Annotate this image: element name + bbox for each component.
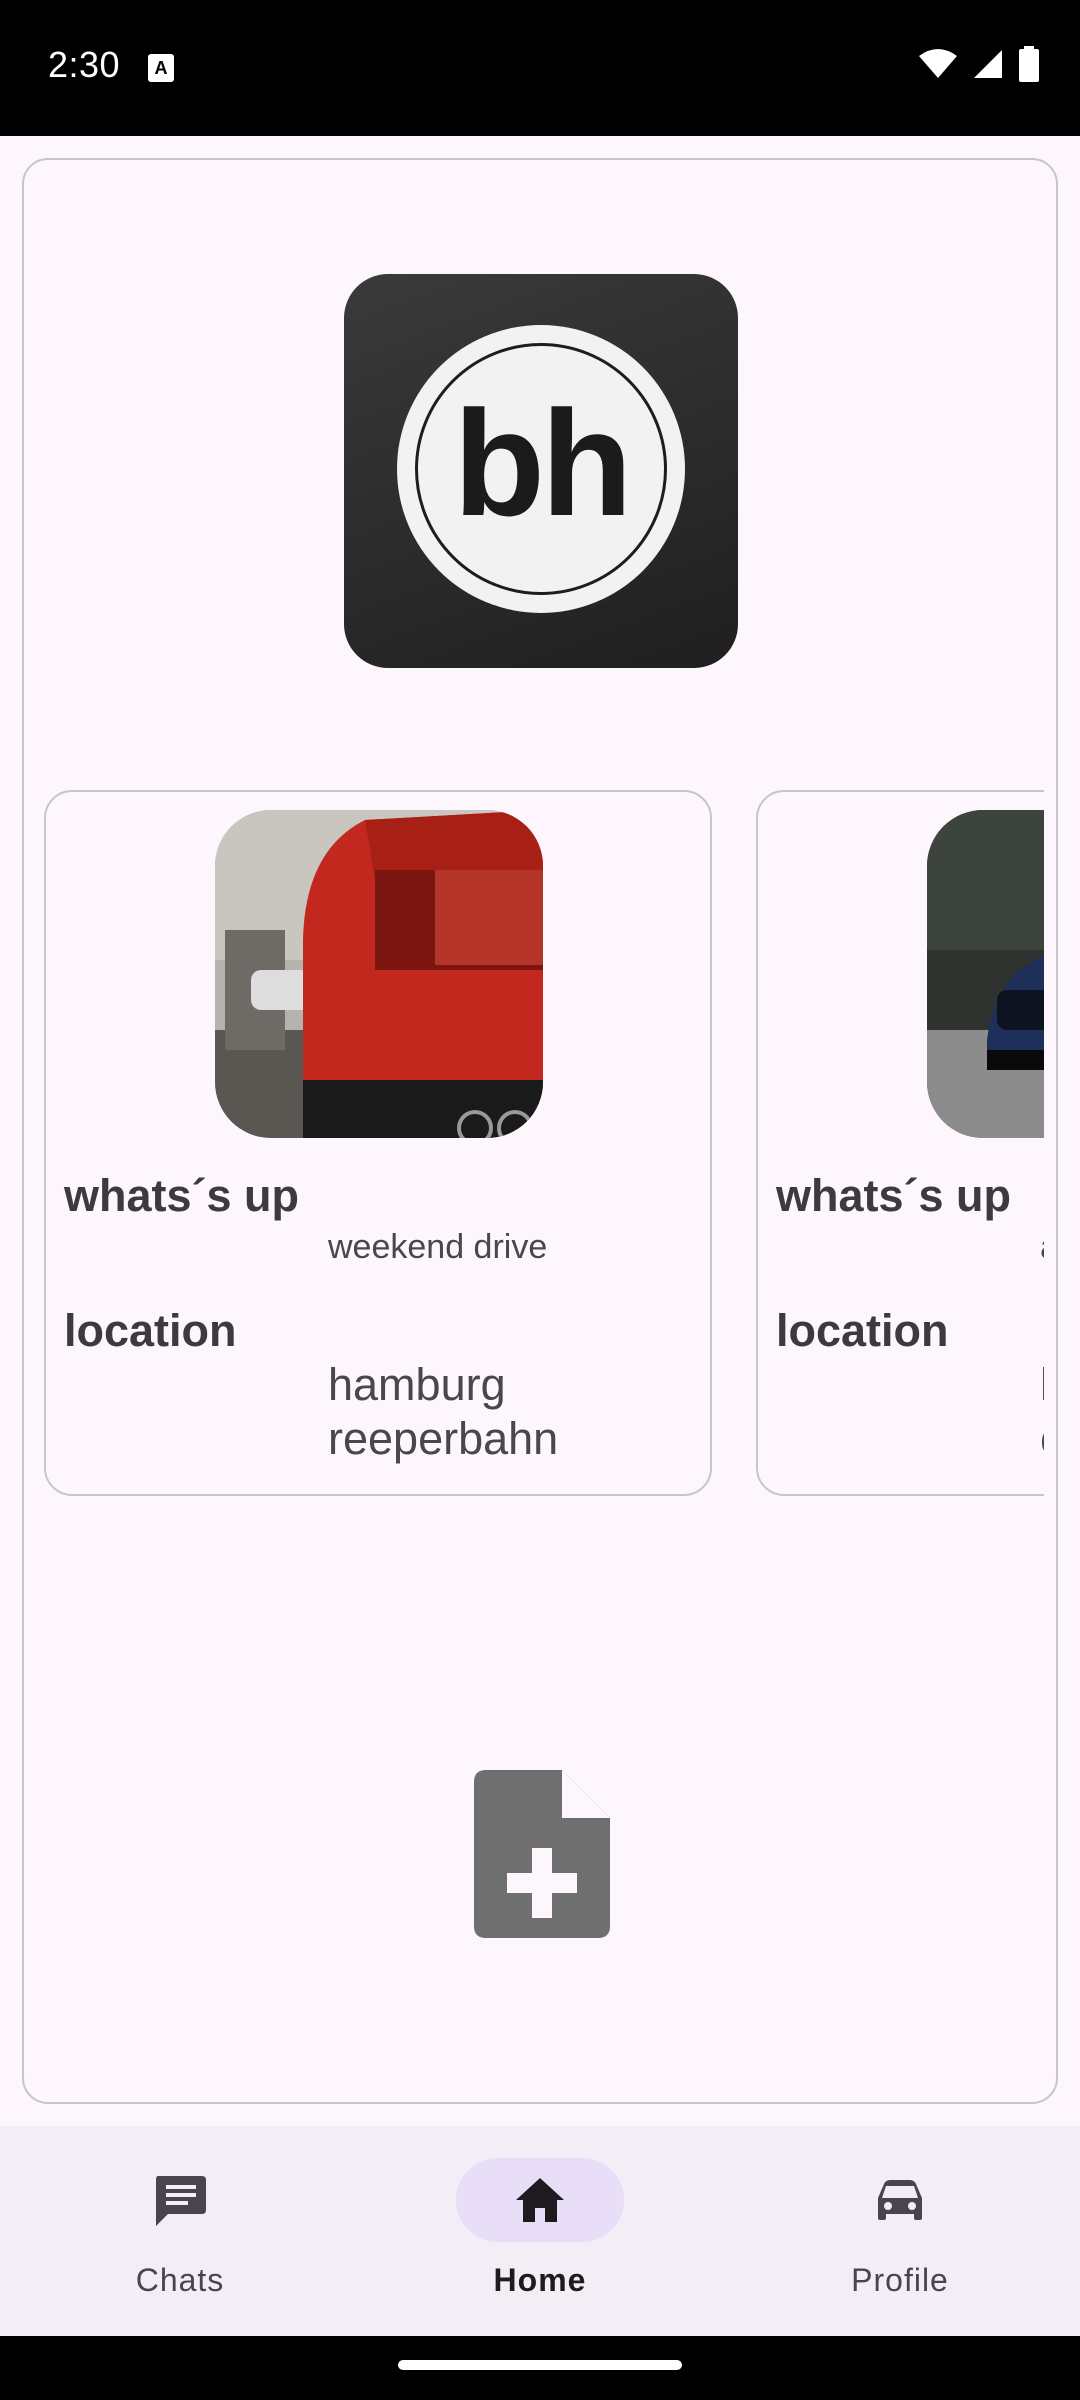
nav-item-chats[interactable]: Chats bbox=[0, 2126, 360, 2336]
notification-icon: A bbox=[148, 54, 174, 82]
app-screen: bh whats´s up weekend drive location ham… bbox=[0, 136, 1080, 2126]
bottom-navigation: Chats Home Profile bbox=[0, 2126, 1080, 2336]
add-post-button[interactable] bbox=[474, 1770, 610, 1938]
car-icon bbox=[878, 2180, 922, 2220]
wifi-icon bbox=[919, 49, 957, 78]
location-label: location bbox=[776, 1305, 949, 1356]
post-card[interactable]: whats´s up weekend drive location hambur… bbox=[44, 790, 712, 1496]
logo-text: bh bbox=[453, 379, 632, 547]
posts-carousel[interactable]: whats´s up weekend drive location hambur… bbox=[44, 790, 1044, 1500]
chat-icon bbox=[156, 2176, 206, 2226]
red-car-rear-photo bbox=[215, 810, 543, 1138]
feed-card: bh whats´s up weekend drive location ham… bbox=[22, 158, 1058, 2104]
gesture-area bbox=[0, 2336, 1080, 2400]
location-label: location bbox=[64, 1305, 237, 1356]
nav-item-home[interactable]: Home bbox=[360, 2126, 720, 2336]
status-icons bbox=[918, 46, 1040, 82]
nav-item-profile[interactable]: Profile bbox=[720, 2126, 1080, 2336]
post-card[interactable]: whats´s up a location l c bbox=[756, 790, 1044, 1496]
status-time: 2:30 bbox=[48, 44, 121, 85]
home-icon bbox=[516, 2178, 564, 2222]
status-bar: 2:30 A bbox=[0, 0, 1080, 136]
status-label: whats´s up bbox=[776, 1170, 1012, 1221]
logo-circle: bh bbox=[397, 325, 685, 613]
location-value: hamburg reeperbahn bbox=[328, 1359, 559, 1464]
nav-label: Profile bbox=[851, 2262, 949, 2298]
battery-icon bbox=[1019, 46, 1039, 82]
signal-icon bbox=[974, 50, 1002, 78]
location-value: l c bbox=[1040, 1358, 1044, 1466]
status-value: a bbox=[1040, 1228, 1044, 1267]
add-document-icon bbox=[474, 1770, 610, 1938]
post-image[interactable] bbox=[927, 810, 1044, 1138]
nav-label: Chats bbox=[135, 2262, 225, 2298]
nav-label: Home bbox=[493, 2262, 587, 2298]
post-image[interactable] bbox=[215, 810, 543, 1138]
blue-car-front-photo bbox=[927, 810, 1044, 1138]
app-logo: bh bbox=[344, 274, 738, 668]
status-value: weekend drive bbox=[328, 1228, 548, 1266]
status-label: whats´s up bbox=[64, 1170, 300, 1221]
gesture-bar[interactable] bbox=[398, 2360, 682, 2370]
